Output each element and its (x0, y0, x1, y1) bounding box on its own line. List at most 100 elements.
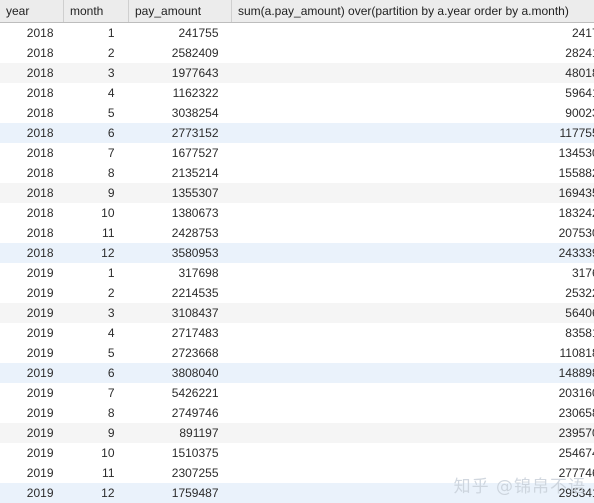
cell-month: 3 (107, 306, 115, 320)
cell-year: 2018 (26, 186, 54, 200)
table-row[interactable]: 2019 12 1759487 29534142 (0, 483, 594, 503)
table-header: year month pay_amount sum(a.pay_amount) … (0, 0, 594, 23)
cell-year: 2019 (26, 346, 54, 360)
query-result-grid: year month pay_amount sum(a.pay_amount) … (0, 0, 594, 503)
cell-pay-amount: 1759487 (171, 486, 219, 500)
cell-month: 11 (102, 226, 115, 240)
cell-month: 3 (107, 66, 115, 80)
cell-month: 2 (107, 286, 115, 300)
cell-window-sum: 20753009 (558, 226, 594, 240)
cell-year: 2019 (26, 326, 54, 340)
cell-year: 2018 (26, 246, 54, 260)
column-header-window-sum[interactable]: sum(a.pay_amount) over(partition by a.ye… (231, 0, 594, 23)
table-row[interactable]: 2018 9 1355307 16943583 (0, 183, 594, 203)
table-row[interactable]: 2019 5 2723668 11081821 (0, 343, 594, 363)
cell-window-sum: 16943583 (558, 186, 594, 200)
table-row[interactable]: 2019 8 2749746 23065828 (0, 403, 594, 423)
cell-month: 4 (107, 326, 115, 340)
cell-month: 8 (107, 166, 115, 180)
cell-window-sum: 8358153 (565, 326, 594, 340)
table-row[interactable]: 2019 3 3108437 5640670 (0, 303, 594, 323)
table-row[interactable]: 2018 4 1162322 5964129 (0, 83, 594, 103)
cell-month: 8 (107, 406, 115, 420)
cell-window-sum: 24333962 (558, 246, 594, 260)
table-row[interactable]: 2019 10 1510375 25467400 (0, 443, 594, 463)
cell-year: 2018 (26, 86, 54, 100)
cell-month: 6 (107, 126, 115, 140)
cell-pay-amount: 2428753 (171, 226, 219, 240)
column-header-pay-amount[interactable]: pay_amount (128, 0, 232, 23)
cell-year: 2018 (26, 26, 54, 40)
cell-window-sum: 317698 (571, 266, 594, 280)
cell-window-sum: 11775535 (559, 126, 594, 140)
column-header-month[interactable]: month (63, 0, 129, 23)
cell-month: 9 (107, 186, 115, 200)
table-row[interactable]: 2018 10 1380673 18324256 (0, 203, 594, 223)
cell-year: 2019 (26, 366, 54, 380)
cell-year: 2019 (26, 306, 54, 320)
cell-pay-amount: 3808040 (171, 366, 219, 380)
cell-year: 2019 (26, 406, 54, 420)
table-row[interactable]: 2019 9 891197 23957025 (0, 423, 594, 443)
table-row[interactable]: 2018 6 2773152 11775535 (0, 123, 594, 143)
cell-month: 7 (107, 146, 115, 160)
cell-pay-amount: 1977643 (171, 66, 219, 80)
cell-month: 10 (101, 446, 115, 460)
table-row[interactable]: 2018 5 3038254 9002383 (0, 103, 594, 123)
cell-year: 2018 (26, 66, 54, 80)
column-header-year[interactable]: year (0, 0, 64, 23)
cell-pay-amount: 2135214 (171, 166, 219, 180)
table-row[interactable]: 2018 8 2135214 15588276 (0, 163, 594, 183)
cell-month: 9 (107, 426, 115, 440)
cell-pay-amount: 3038254 (171, 106, 219, 120)
table-row[interactable]: 2019 6 3808040 14889861 (0, 363, 594, 383)
cell-month: 12 (101, 246, 115, 260)
table-row[interactable]: 2018 3 1977643 4801807 (0, 63, 594, 83)
table-row[interactable]: 2019 11 2307255 27774655 (0, 463, 594, 483)
cell-month: 11 (102, 466, 115, 480)
table-row[interactable]: 2018 2 2582409 2824164 (0, 43, 594, 63)
cell-pay-amount: 2582409 (171, 46, 219, 60)
table-row[interactable]: 2019 7 5426221 20316082 (0, 383, 594, 403)
cell-pay-amount: 1162322 (172, 86, 219, 100)
table-row[interactable]: 2019 2 2214535 2532233 (0, 283, 594, 303)
cell-window-sum: 5964129 (565, 86, 594, 100)
table-row[interactable]: 2019 4 2717483 8358153 (0, 323, 594, 343)
cell-month: 5 (107, 106, 115, 120)
table-row[interactable]: 2019 1 317698 317698 (0, 263, 594, 283)
cell-month: 7 (107, 386, 115, 400)
table-row[interactable]: 2018 12 3580953 24333962 (0, 243, 594, 263)
cell-pay-amount: 3580953 (171, 246, 219, 260)
cell-month: 1 (107, 26, 115, 40)
cell-pay-amount: 317698 (178, 266, 219, 280)
cell-pay-amount: 2773152 (171, 126, 219, 140)
cell-window-sum: 20316082 (558, 386, 594, 400)
cell-window-sum: 2532233 (565, 286, 594, 300)
result-table: year month pay_amount sum(a.pay_amount) … (0, 0, 594, 503)
cell-year: 2019 (26, 286, 54, 300)
cell-window-sum: 14889861 (558, 366, 594, 380)
cell-month: 12 (101, 486, 115, 500)
cell-window-sum: 23957025 (558, 426, 594, 440)
cell-window-sum: 15588276 (558, 166, 594, 180)
cell-year: 2018 (26, 126, 54, 140)
cell-pay-amount: 891197 (179, 426, 219, 440)
cell-year: 2019 (26, 466, 54, 480)
table-row[interactable]: 2018 1 241755 241755 (0, 22, 594, 43)
cell-pay-amount: 2214535 (171, 286, 219, 300)
cell-year: 2018 (26, 106, 54, 120)
cell-year: 2018 (26, 146, 54, 160)
cell-year: 2018 (26, 166, 54, 180)
cell-pay-amount: 2723668 (171, 346, 219, 360)
cell-window-sum: 13453062 (558, 146, 594, 160)
cell-pay-amount: 241755 (178, 26, 219, 40)
table-row[interactable]: 2018 7 1677527 13453062 (0, 143, 594, 163)
cell-year: 2018 (26, 206, 54, 220)
cell-year: 2019 (26, 486, 54, 500)
cell-window-sum: 2824164 (565, 46, 594, 60)
cell-window-sum: 241755 (571, 26, 594, 40)
cell-year: 2018 (26, 46, 54, 60)
table-row[interactable]: 2018 11 2428753 20753009 (0, 223, 594, 243)
cell-year: 2019 (26, 446, 54, 460)
cell-window-sum: 9002383 (565, 106, 594, 120)
